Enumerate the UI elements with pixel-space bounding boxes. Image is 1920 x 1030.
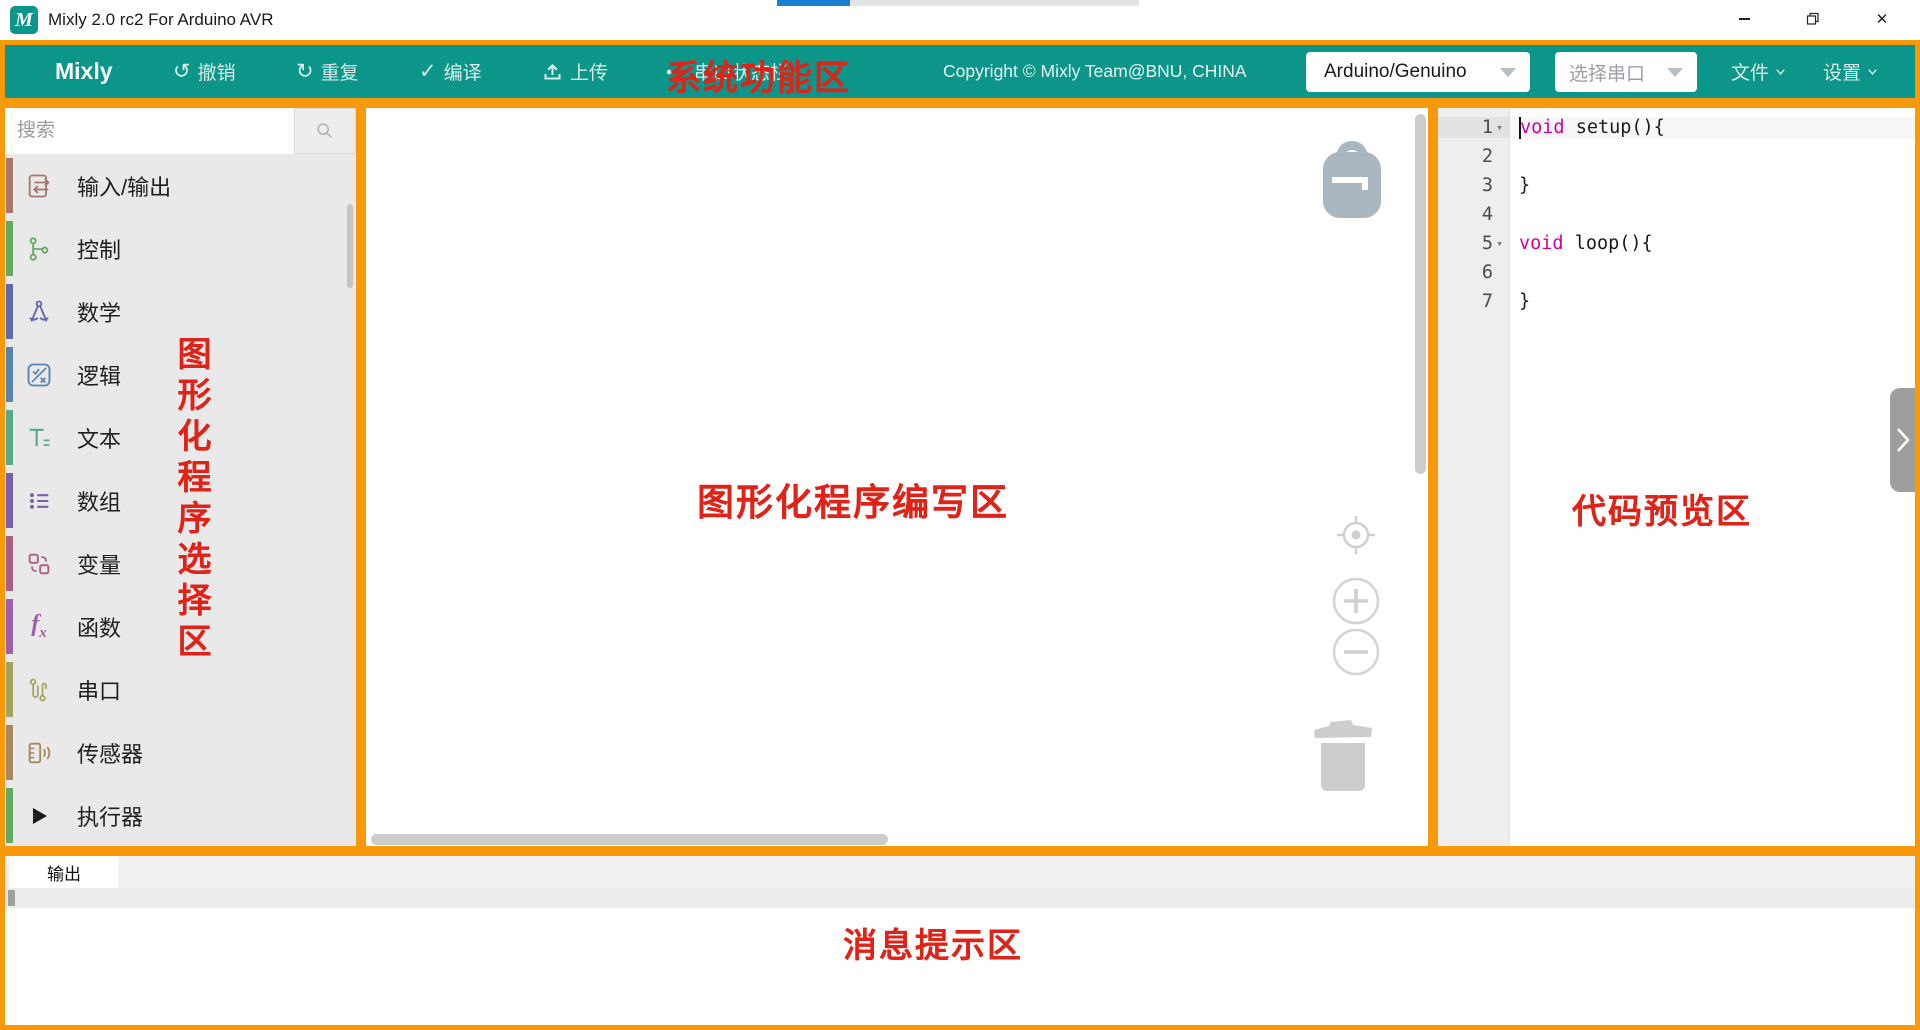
code-line: 7 } bbox=[1438, 287, 1915, 316]
checkmark-icon: ✓ bbox=[419, 61, 437, 82]
math-compass-icon bbox=[24, 297, 54, 327]
code-line: 2 bbox=[1438, 142, 1915, 171]
category-list: 输入/输出 控制 数学 逻辑 bbox=[5, 154, 356, 847]
chevron-down-icon bbox=[1773, 64, 1788, 79]
serial-status-button[interactable]: 串口状态栏 bbox=[665, 45, 789, 98]
canvas-horizontal-scrollbar[interactable] bbox=[371, 834, 888, 845]
code-line: 4 bbox=[1438, 200, 1915, 229]
output-scroll-strip[interactable] bbox=[5, 888, 1915, 908]
copyright-text: Copyright © Mixly Team@BNU, CHINA bbox=[943, 45, 1247, 98]
sidebar-item-actuator[interactable]: 执行器 bbox=[5, 784, 356, 847]
redo-icon: ↻ bbox=[296, 61, 314, 82]
upload-icon bbox=[542, 61, 563, 82]
chevron-right-icon bbox=[1895, 427, 1911, 453]
toolbar-region: Mixly ↺ 撤销 ↻ 重复 ✓ 编译 上传 串口状态栏 bbox=[0, 40, 1920, 103]
canvas-vertical-scrollbar[interactable] bbox=[1415, 114, 1426, 474]
compile-button[interactable]: ✓ 编译 bbox=[419, 45, 482, 98]
redo-button[interactable]: ↻ 重复 bbox=[296, 45, 359, 98]
serial-port-icon bbox=[24, 675, 54, 705]
restore-icon bbox=[1806, 12, 1820, 26]
sidebar-item-control[interactable]: 控制 bbox=[5, 217, 356, 280]
message-output-region: 输出 bbox=[0, 851, 1920, 1030]
sidebar-item-io[interactable]: 输入/输出 bbox=[5, 154, 356, 217]
progress-bar bbox=[777, 0, 1139, 6]
undo-button[interactable]: ↺ 撤销 bbox=[173, 45, 236, 98]
sidebar-item-sensor[interactable]: 传感器 bbox=[5, 721, 356, 784]
sensor-icon bbox=[24, 738, 54, 768]
sidebar-item-logic[interactable]: 逻辑 bbox=[5, 343, 356, 406]
serial-plug-icon bbox=[665, 61, 687, 83]
array-list-icon bbox=[24, 486, 54, 516]
chevron-down-icon bbox=[1865, 64, 1880, 79]
search-input[interactable] bbox=[5, 108, 294, 154]
undo-icon: ↺ bbox=[173, 61, 191, 82]
control-icon bbox=[24, 234, 54, 264]
code-line: 1▾ void setup(){ bbox=[1438, 113, 1915, 142]
output-tabstrip: 输出 bbox=[5, 856, 1915, 888]
board-select-dropdown[interactable]: Arduino/Genuino bbox=[1306, 52, 1530, 92]
chevron-down-icon bbox=[1667, 68, 1683, 77]
restore-button[interactable] bbox=[1790, 0, 1836, 38]
trash-icon[interactable] bbox=[1311, 716, 1377, 799]
center-view-button[interactable] bbox=[1333, 512, 1379, 563]
sidebar-item-variable[interactable]: 变量 bbox=[5, 532, 356, 595]
code-line: 6 bbox=[1438, 258, 1915, 287]
sidebar-item-math[interactable]: 数学 bbox=[5, 280, 356, 343]
settings-menu[interactable]: 设置 bbox=[1823, 45, 1880, 98]
fold-icon[interactable]: ▾ bbox=[1493, 237, 1506, 250]
chevron-down-icon bbox=[1500, 68, 1516, 77]
search-button[interactable] bbox=[294, 108, 356, 154]
mixly-brand-button[interactable]: Mixly bbox=[55, 45, 113, 98]
io-icon bbox=[24, 171, 54, 201]
code-line: 5▾ void loop(){ bbox=[1438, 229, 1915, 258]
logic-icon bbox=[24, 360, 54, 390]
window-title: Mixly 2.0 rc2 For Arduino AVR bbox=[48, 0, 274, 40]
port-select-dropdown[interactable]: 选择串口 bbox=[1555, 52, 1697, 92]
app-logo-icon: M bbox=[10, 6, 38, 34]
workspace-canvas-region[interactable] bbox=[361, 103, 1433, 851]
sidebar-item-text[interactable]: 文本 bbox=[5, 406, 356, 469]
minimize-button[interactable] bbox=[1721, 0, 1767, 38]
fold-icon[interactable]: ▾ bbox=[1493, 121, 1506, 134]
panel-collapse-button[interactable] bbox=[1890, 388, 1915, 492]
variable-swap-icon bbox=[24, 549, 54, 579]
progress-bar-fill bbox=[777, 0, 850, 6]
actuator-play-icon bbox=[24, 801, 54, 831]
output-scroll-thumb[interactable] bbox=[8, 890, 15, 906]
zoom-out-button[interactable] bbox=[1331, 627, 1381, 682]
sidebar-item-serial[interactable]: 串口 bbox=[5, 658, 356, 721]
search-icon bbox=[314, 120, 336, 142]
sidebar-item-array[interactable]: 数组 bbox=[5, 469, 356, 532]
close-button[interactable]: ✕ bbox=[1859, 0, 1905, 38]
code-line: 3 } bbox=[1438, 171, 1915, 200]
block-category-region: 输入/输出 控制 数学 逻辑 bbox=[0, 103, 361, 851]
file-menu[interactable]: 文件 bbox=[1731, 45, 1788, 98]
upload-button[interactable]: 上传 bbox=[542, 45, 608, 98]
title-bar: M Mixly 2.0 rc2 For Arduino AVR ✕ bbox=[0, 0, 1920, 40]
zoom-in-button[interactable] bbox=[1331, 576, 1381, 631]
sidebar-item-function[interactable]: fx 函数 bbox=[5, 595, 356, 658]
text-icon bbox=[24, 423, 54, 453]
code-preview-region: 1▾ void setup(){ 2 3 } 4 5▾ void loop(){… bbox=[1433, 103, 1920, 851]
sidebar-scrollbar[interactable] bbox=[347, 204, 353, 288]
backpack-icon[interactable] bbox=[1319, 138, 1385, 227]
tab-output[interactable]: 输出 bbox=[10, 856, 118, 888]
function-fx-icon: fx bbox=[24, 612, 54, 642]
